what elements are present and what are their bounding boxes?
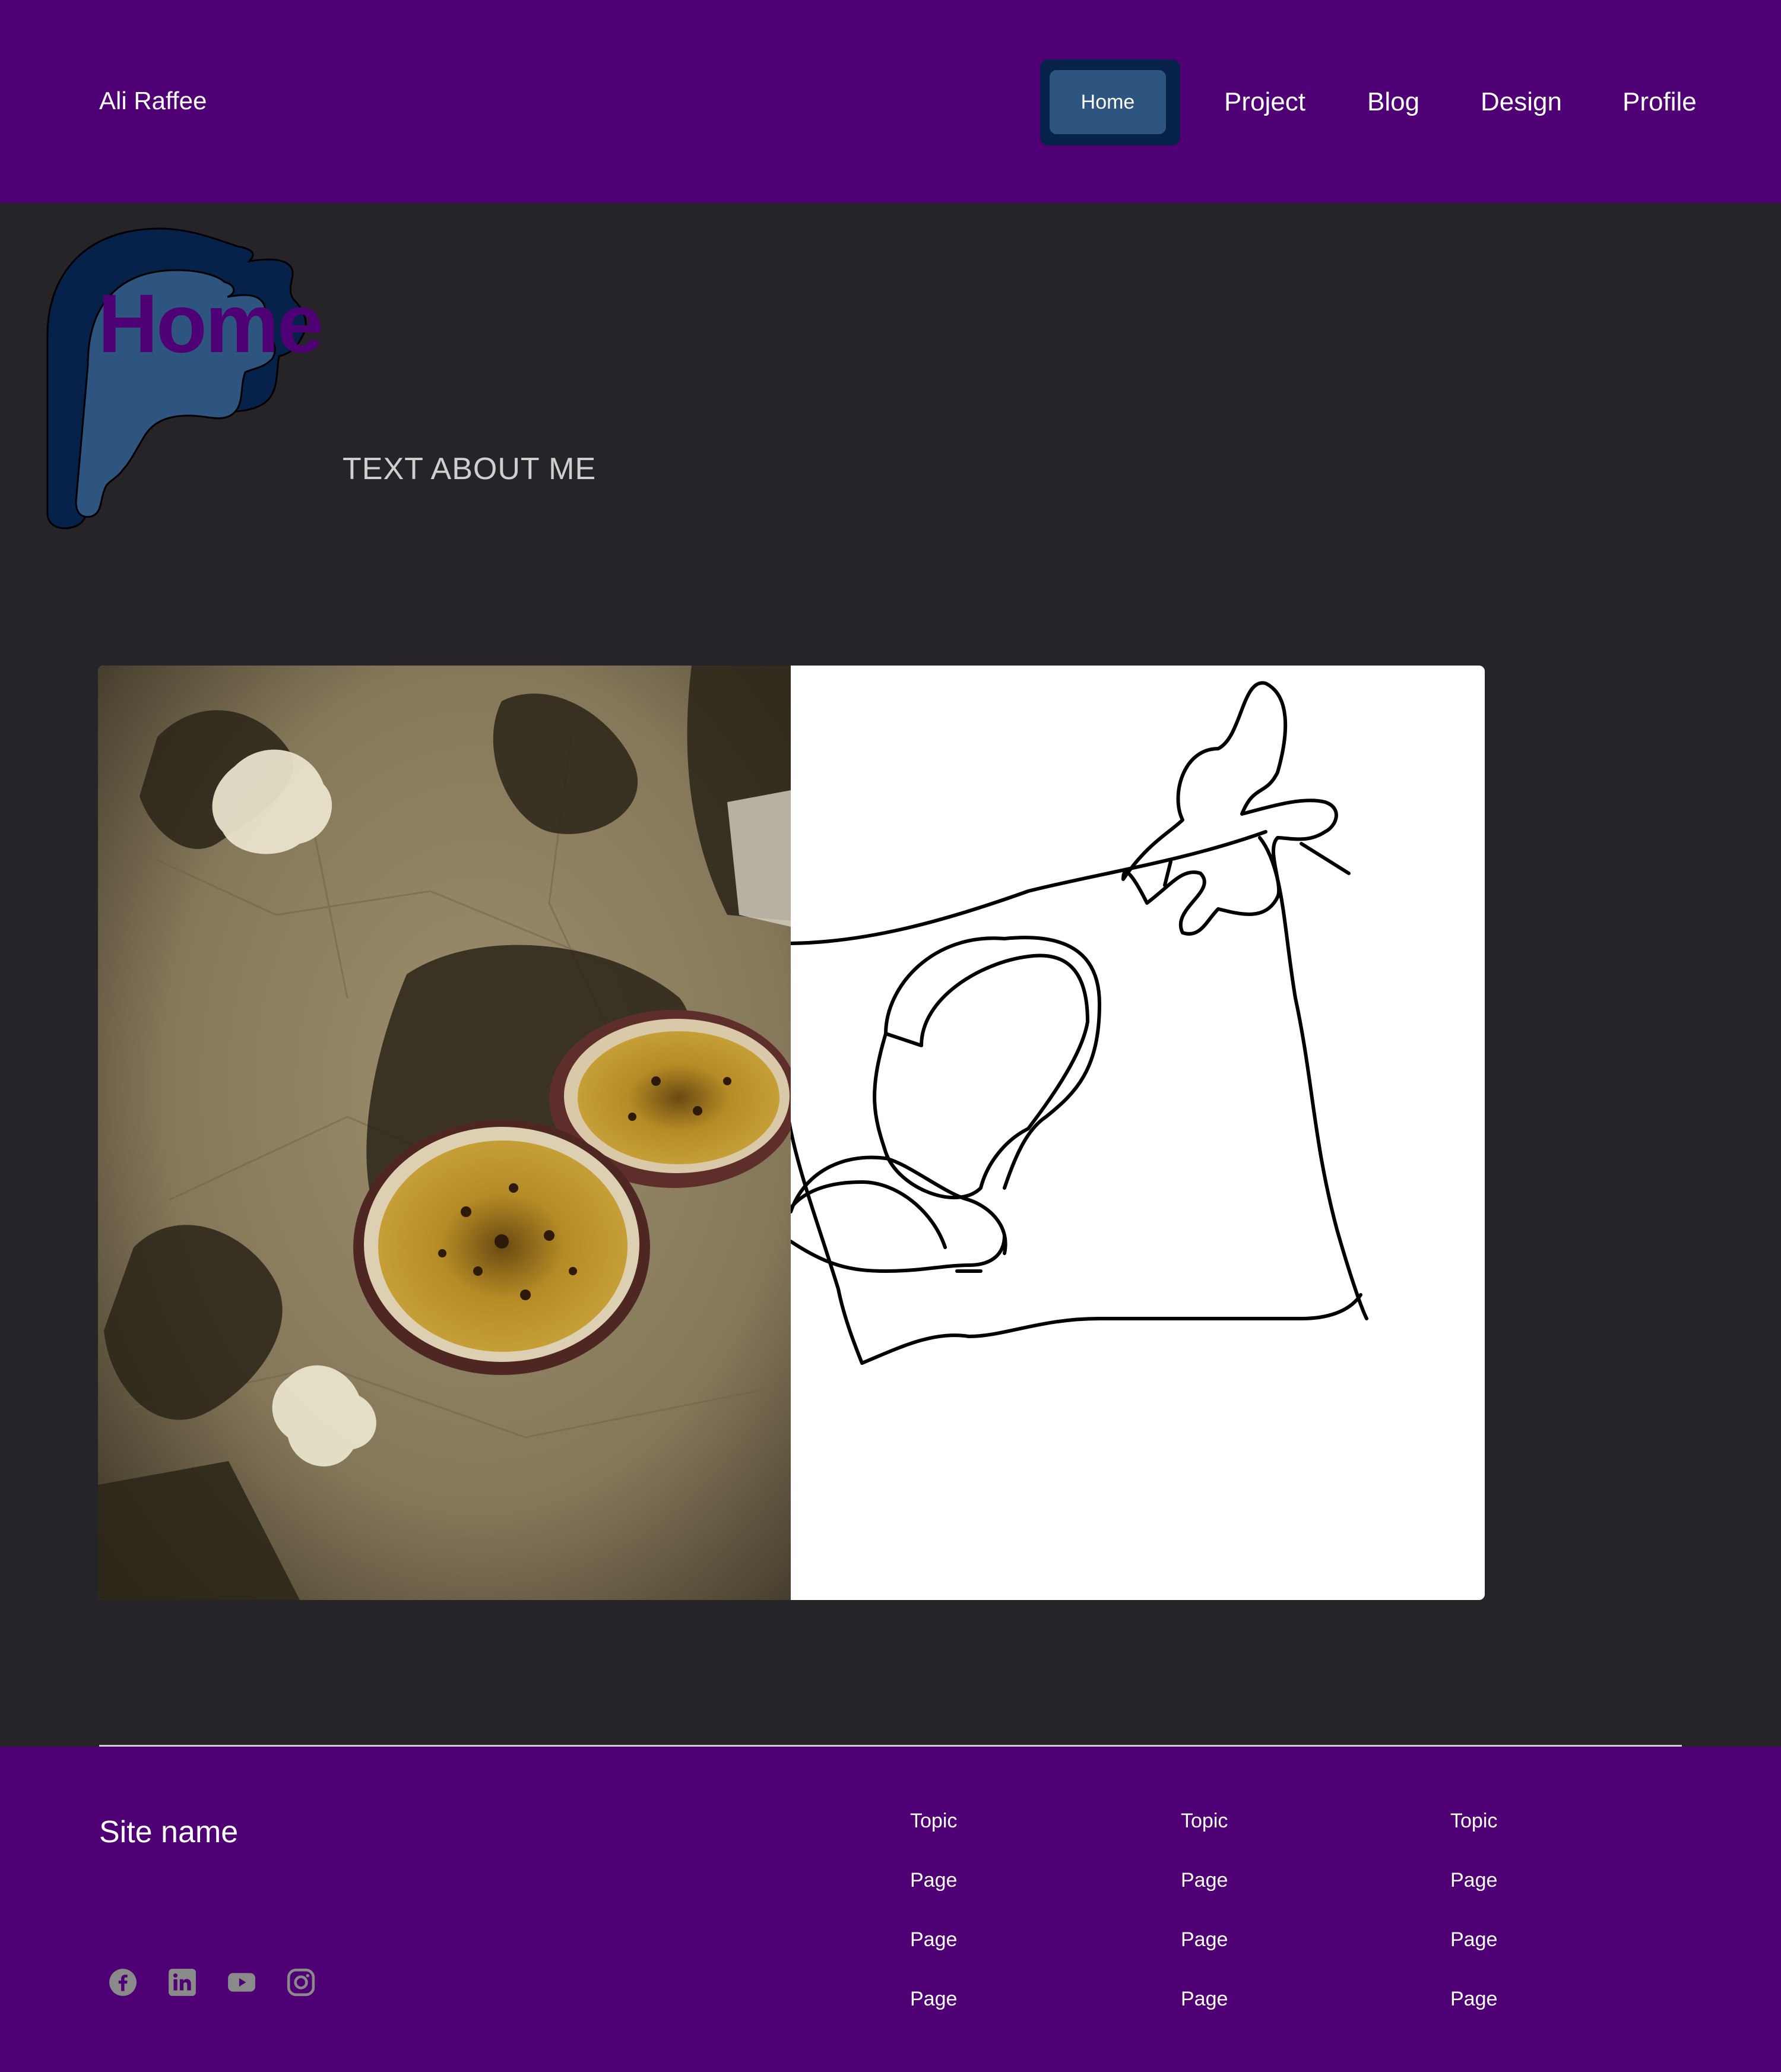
nav-home-highlight: Home (1040, 59, 1180, 145)
nav-item-design[interactable]: Design (1481, 83, 1562, 121)
footer-topic: Topic (1450, 1810, 1498, 1832)
footer-site-name: Site name (99, 1815, 239, 1849)
site-footer: Site name Topic Page Page Page Topic Pag… (0, 1747, 1781, 2072)
page-title: Home (98, 277, 324, 370)
footer-page-link[interactable]: Page (910, 1865, 1088, 1895)
linkedin-icon[interactable] (167, 1968, 197, 1997)
main-nav: Home Project Blog Design Profile (0, 0, 1781, 203)
nav-item-home[interactable]: Home (1050, 70, 1166, 134)
nav-item-project[interactable]: Project (1224, 83, 1305, 121)
footer-page-link[interactable]: Page (1450, 1925, 1628, 1954)
footer-page-link[interactable]: Page (910, 1925, 1088, 1954)
facebook-icon[interactable] (108, 1968, 138, 1997)
footer-page-link[interactable]: Page (1181, 1865, 1359, 1895)
footer-column-3: Topic Page Page Page (1450, 1806, 1628, 2014)
hero-media-card (98, 666, 1485, 1600)
footer-page-link[interactable]: Page (1181, 1984, 1359, 2014)
youtube-icon[interactable] (227, 1968, 256, 1997)
footer-column-2: Topic Page Page Page (1181, 1806, 1359, 2014)
site-header: Ali Raffee Home Project Blog Design Prof… (0, 0, 1781, 203)
footer-page-link[interactable]: Page (1181, 1925, 1359, 1954)
footer-page-link[interactable]: Page (1450, 1865, 1628, 1895)
footer-column-1: Topic Page Page Page (910, 1806, 1088, 2014)
sketch-icon (791, 666, 1485, 1600)
nav-item-blog[interactable]: Blog (1367, 83, 1419, 121)
page-subtitle: TEXT ABOUT ME (343, 452, 597, 486)
nav-item-profile[interactable]: Profile (1622, 83, 1697, 121)
footer-topic: Topic (1181, 1810, 1228, 1832)
instagram-icon[interactable] (286, 1968, 316, 1997)
footer-page-link[interactable]: Page (910, 1984, 1088, 2014)
photo-icon (98, 666, 791, 1600)
footer-topic: Topic (910, 1810, 958, 1832)
footer-page-link[interactable]: Page (1450, 1984, 1628, 2014)
